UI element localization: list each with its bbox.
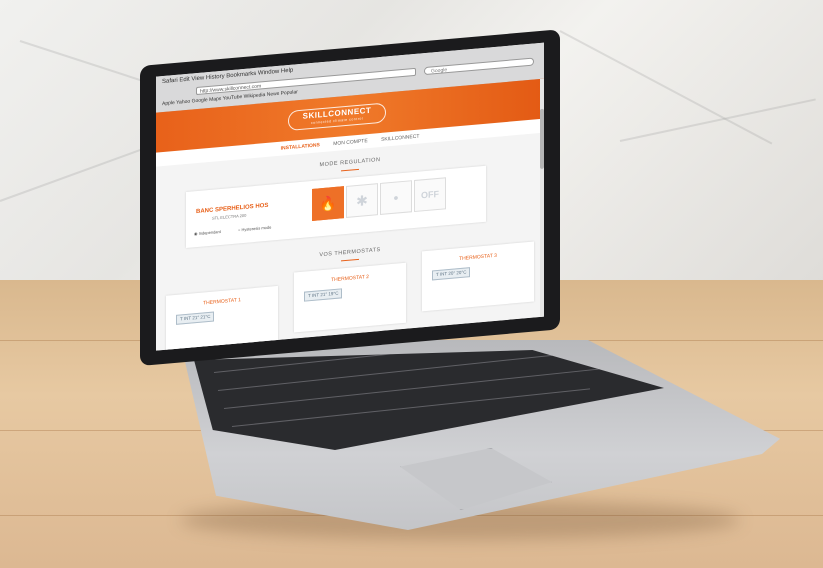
thermostat-card[interactable]: THERMOSTAT 3 T INT 20° 20°C [422,241,534,312]
water-drops-icon: • [393,189,399,206]
marble-vein [0,148,142,202]
thermostat-card[interactable]: THERMOSTAT 2 T INT 21° 19°C [294,262,406,333]
cool-mode-button[interactable]: ✱ [346,183,378,218]
radio-independant[interactable]: ◉ Independant [194,229,221,236]
title-underline [341,258,359,262]
device-subtitle: STL ELECTRA 200 [212,212,247,221]
regulation-card: BANC SPERHELIOS HOS STL ELECTRA 200 ◉ In… [186,165,486,248]
thermostat-reading: T INT 21° 21°C [176,311,215,325]
scrollbar-thumb[interactable] [540,108,544,170]
title-underline [341,168,359,172]
page-scrollbar[interactable] [540,78,544,318]
url-field[interactable]: http://www.skillconnect.com [196,67,416,96]
flame-icon: 🔥 [319,194,337,213]
thermostat-title: THERMOSTAT 2 [331,273,369,284]
heat-mode-button[interactable]: 🔥 [312,186,344,221]
marble-vein [559,30,773,145]
search-field[interactable]: Google [424,57,534,76]
laptop-screen: Safari Edit View History Bookmarks Windo… [156,42,544,351]
site-logo[interactable]: SKILLCONNECT connected climate control [288,102,386,132]
off-button[interactable]: OFF [414,177,446,213]
nav-skillconnect[interactable]: SKILLCONNECT [381,134,419,143]
key-row [223,366,622,409]
radio-independant-label: Independant [198,228,221,236]
thermostat-reading: T INT 21° 19°C [304,288,343,302]
thermostat-card[interactable]: THERMOSTAT 1 T INT 21° 21°C [166,285,278,351]
thermostat-reading: T INT 20° 20°C [432,267,471,281]
nav-mon-compte[interactable]: MON COMPTE [333,138,367,147]
thermostat-title: THERMOSTAT 3 [459,252,497,263]
nav-installations[interactable]: INSTALLATIONS [281,142,320,151]
page-content: MODE REGULATION BANC SPERHELIOS HOS STL … [156,132,544,351]
radio-hysteresis-label: Hysteresis mode [241,224,272,233]
marble-vein [619,98,816,142]
snowflake-icon: ✱ [356,192,368,210]
laptop-screen-bezel: Safari Edit View History Bookmarks Windo… [140,29,560,366]
radio-hysteresis[interactable]: ○ Hysteresis mode [238,225,271,233]
photo-scene: Safari Edit View History Bookmarks Windo… [0,0,823,568]
thermostat-title: THERMOSTAT 1 [203,297,241,307]
dry-mode-button[interactable]: • [380,180,412,216]
laptop-base [180,340,780,530]
